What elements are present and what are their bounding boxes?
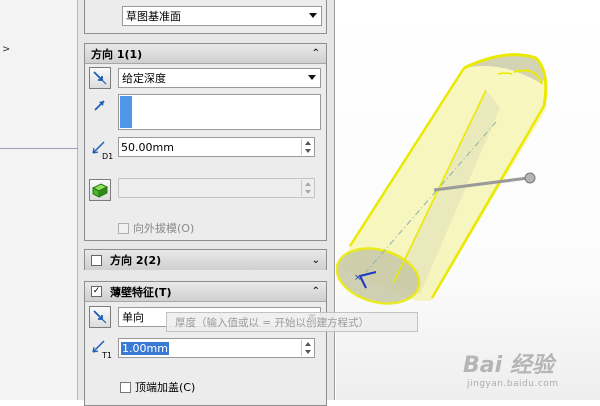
depth-input[interactable]: 50.00mm — [118, 137, 315, 157]
collapse-up-icon[interactable]: ⌃︎ — [312, 286, 320, 297]
cap-ends-label: 顶端加盖(C) — [135, 381, 196, 394]
thickness-tooltip: 厚度（输入值或以 = 开始以创建方程式） — [166, 312, 418, 332]
left-tree-strip: > — [0, 0, 81, 400]
draft-toggle-icon — [91, 183, 109, 198]
direction-arrow-icon — [89, 94, 111, 116]
start-plane-value: 草图基准面 — [126, 10, 181, 23]
draft-outward-label: 向外拔模(O) — [133, 222, 195, 235]
thickness-spinner[interactable] — [301, 340, 313, 356]
direction1-title: 方向 1(1) — [91, 47, 143, 61]
list-selection-highlight — [120, 96, 132, 128]
depth-value: 50.00mm — [121, 140, 174, 154]
graphics-viewport[interactable]: × Bai 经验 jingyan.baidu.com — [335, 0, 600, 400]
svg-text:×: × — [354, 273, 362, 283]
end-condition-value: 给定深度 — [122, 72, 166, 85]
svg-text:D1: D1 — [102, 152, 113, 161]
direction1-header[interactable]: 方向 1(1) ⌃︎ — [85, 44, 326, 64]
direction2-title: 方向 2(2) — [110, 254, 162, 267]
tree-expand-arrow[interactable]: > — [2, 44, 10, 55]
svg-text:T1: T1 — [101, 351, 112, 360]
direction2-group: 方向 2(2) ⌄︎ — [84, 249, 327, 270]
end-condition-select[interactable]: 给定深度 — [118, 68, 321, 88]
start-plane-select[interactable]: 草图基准面 — [122, 6, 322, 26]
direction2-checkbox[interactable] — [91, 254, 102, 266]
tree-divider — [0, 148, 78, 149]
thin-extrude-preview: × — [335, 53, 548, 305]
chevron-down-icon — [308, 75, 316, 80]
tooltip-text: 厚度（输入值或以 = 开始以创建方程式） — [175, 316, 369, 329]
chevron-down-icon — [309, 13, 317, 18]
from-group: 草图基准面 — [84, 0, 327, 34]
thickness-value: 1.00mm — [121, 341, 169, 355]
thickness-dimension-icon: T1 — [89, 337, 115, 361]
expand-down-icon[interactable]: ⌄︎ — [312, 255, 320, 266]
property-manager-panel: 草图基准面 方向 1(1) ⌃︎ 给定深度 D1 50.00mm 向外拔模(O)… — [78, 0, 335, 406]
cap-ends-checkbox[interactable]: 顶端加盖(C) — [120, 379, 195, 395]
direction-reference-list[interactable] — [118, 94, 321, 130]
baidu-watermark: Bai 经验 jingyan.baidu.com — [455, 345, 595, 400]
checkbox-box[interactable] — [118, 222, 129, 234]
reverse-direction-button[interactable] — [89, 67, 111, 89]
draft-angle-spinner — [301, 180, 313, 196]
thin-feature-title: 薄壁特征(T) — [110, 285, 172, 299]
thin-type-value: 单向 — [122, 311, 144, 324]
draft-outward-checkbox[interactable]: 向外拔模(O) — [118, 220, 194, 236]
direction1-group: 方向 1(1) ⌃︎ 给定深度 D1 50.00mm 向外拔模(O) — [84, 43, 327, 241]
reverse-direction-icon — [93, 310, 107, 324]
draft-toggle-button[interactable] — [89, 179, 111, 201]
thin-reverse-direction-button[interactable] — [89, 306, 111, 328]
watermark-url: jingyan.baidu.com — [467, 379, 559, 389]
collapse-up-icon[interactable]: ⌃︎ — [312, 48, 320, 59]
watermark-brand: Bai 经验 — [463, 353, 554, 378]
depth-spinner[interactable] — [301, 139, 313, 155]
thin-feature-group: ✓ 薄壁特征(T) ⌃︎ 单向 T1 1.00mm 顶端加盖(C) — [84, 281, 327, 406]
thin-feature-checkbox[interactable]: ✓ — [91, 286, 102, 297]
checkbox-box[interactable] — [120, 381, 131, 393]
direction2-header[interactable]: 方向 2(2) ⌄︎ — [85, 250, 326, 270]
thickness-input[interactable]: 1.00mm — [118, 338, 315, 358]
reverse-direction-icon — [93, 71, 107, 85]
thin-feature-header[interactable]: ✓ 薄壁特征(T) ⌃︎ — [85, 282, 326, 302]
depth-dimension-icon: D1 — [89, 138, 115, 162]
draft-angle-input[interactable] — [118, 178, 315, 198]
